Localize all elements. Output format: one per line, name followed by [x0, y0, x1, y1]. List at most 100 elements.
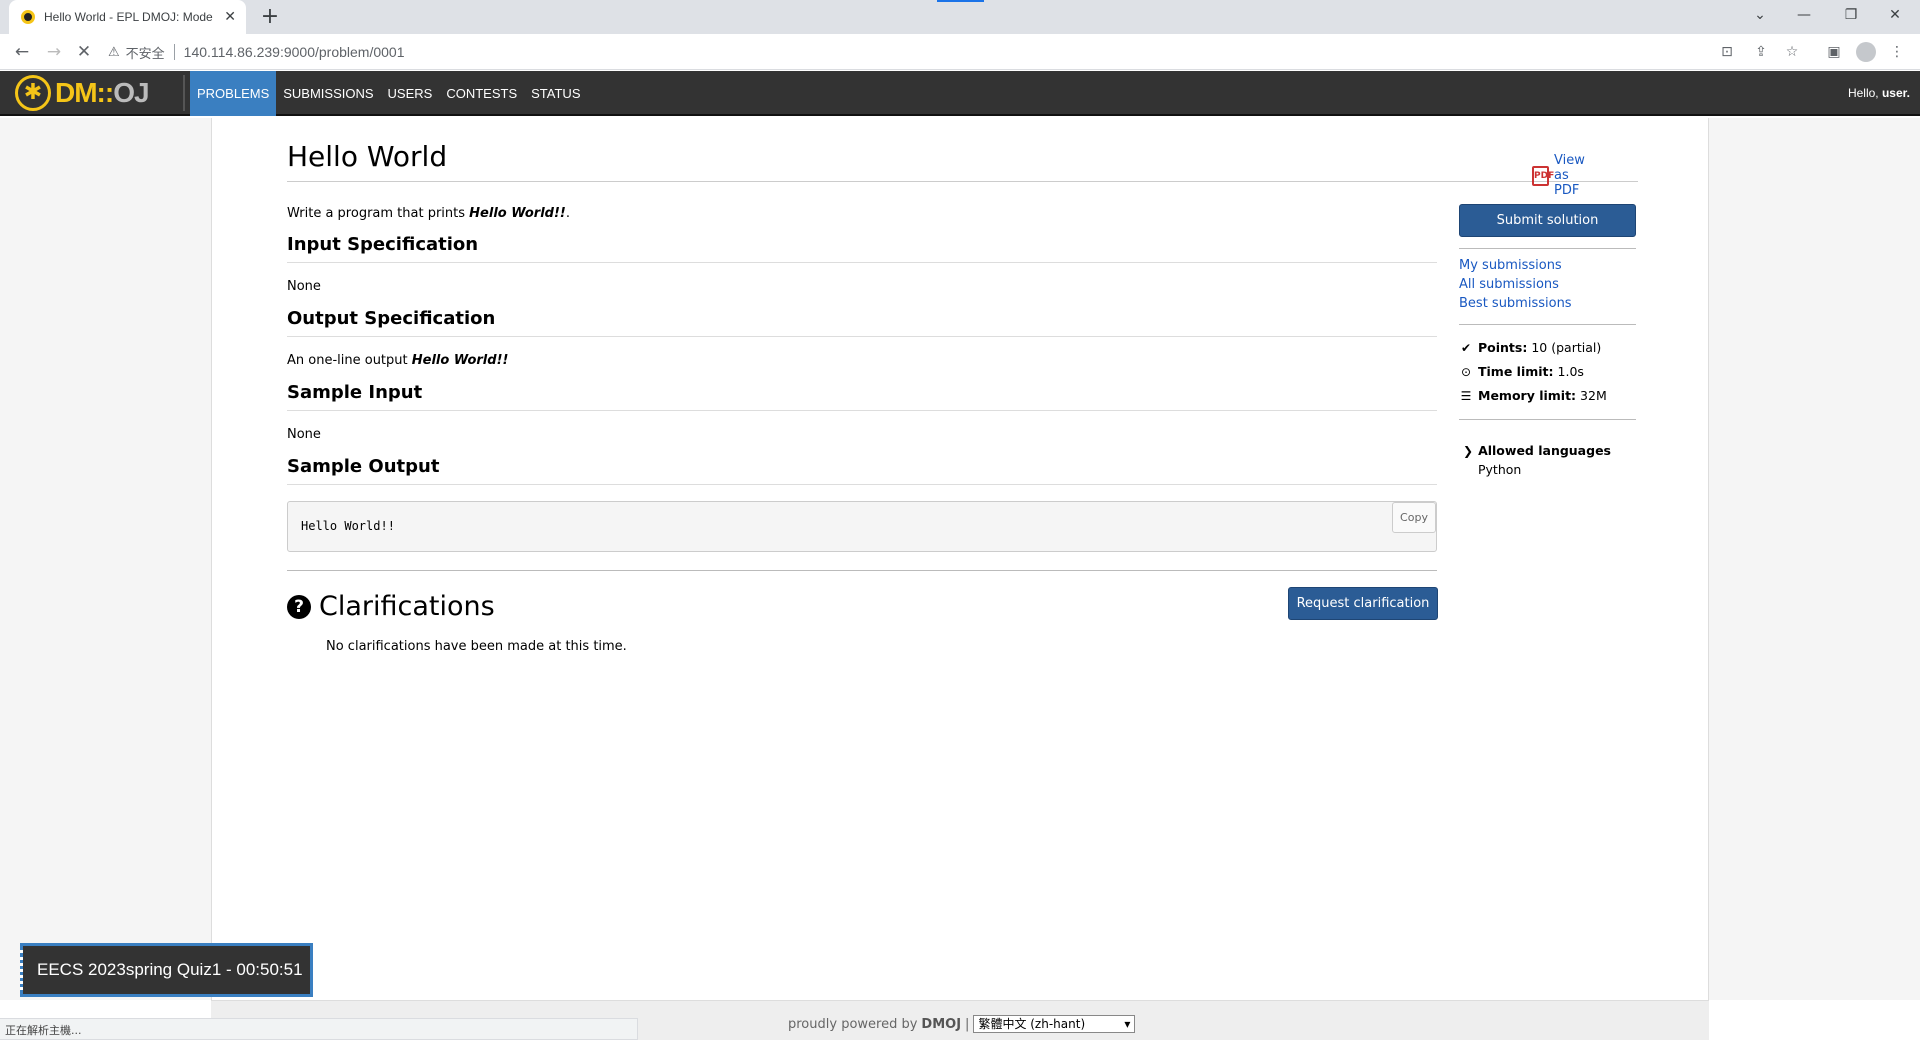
nav-item-users[interactable]: USERS — [381, 71, 440, 116]
heading-divider — [287, 262, 1437, 263]
sidebar-divider — [1459, 248, 1636, 249]
omnibox-divider — [173, 44, 175, 60]
bookmark-star-icon[interactable]: ☆ — [1780, 40, 1804, 64]
forward-icon[interactable]: → — [42, 40, 66, 64]
clarifications-divider — [287, 570, 1437, 571]
memory-icon: ☰ — [1460, 388, 1472, 403]
restore-icon[interactable]: ❐ — [1829, 0, 1873, 30]
heading-divider — [287, 410, 1437, 411]
nav-item-problems[interactable]: PROBLEMS — [190, 71, 277, 116]
nav-menu: PROBLEMS SUBMISSIONS USERS CONTESTS STAT… — [190, 71, 588, 116]
memory-limit-info: ☰ Memory limit: 32M — [1459, 388, 1607, 403]
question-circle-icon: ? — [287, 594, 311, 619]
stop-loading-icon[interactable]: ✕ — [72, 40, 96, 64]
sidebar-divider — [1459, 324, 1636, 325]
my-submissions-link[interactable]: My submissions — [1459, 258, 1562, 273]
problem-description: Write a program that prints Hello World!… — [287, 206, 570, 221]
contest-timer[interactable]: EECS 2023spring Quiz1 - 00:50:51 — [20, 943, 313, 997]
profile-avatar-icon[interactable] — [1856, 42, 1876, 62]
sidebar-divider — [1459, 419, 1636, 420]
logo-star-icon: ✱ — [15, 75, 51, 111]
clarifications-title: Clarifications — [319, 591, 495, 622]
insecure-label[interactable]: 不安全 — [126, 43, 165, 62]
heading-divider — [287, 336, 1437, 337]
language-select[interactable]: 繁體中文 (zh-hant) ▾ — [973, 1015, 1136, 1033]
request-clarification-button[interactable]: Request clarification — [1288, 587, 1438, 620]
sample-output-codeblock: Hello World!! Copy — [287, 501, 1437, 552]
check-icon: ✔ — [1460, 340, 1472, 355]
tabbar-accent — [937, 0, 984, 2]
input-spec-text: None — [287, 279, 321, 294]
dmoj-brand-link[interactable]: DMOJ — [921, 1017, 961, 1032]
sample-input-heading: Sample Input — [287, 382, 423, 403]
side-panel-icon[interactable]: ▣ — [1822, 40, 1846, 64]
all-submissions-link[interactable]: All submissions — [1459, 277, 1559, 292]
omnibox[interactable]: ⚠ 不安全 140.114.86.239:9000/problem/0001 — [108, 38, 1898, 66]
sample-output-heading: Sample Output — [287, 456, 440, 477]
tab-close-icon[interactable]: ✕ — [224, 9, 236, 25]
translate-icon[interactable]: ⊡ — [1715, 40, 1739, 64]
greeting-username[interactable]: user. — [1882, 86, 1910, 100]
menu-kebab-icon[interactable]: ⋮ — [1885, 40, 1909, 64]
minimize-icon[interactable]: — — [1782, 0, 1826, 30]
browser-status-bar: 正在解析主機... — [0, 1018, 638, 1040]
best-submissions-link[interactable]: Best submissions — [1459, 296, 1572, 311]
time-limit-label: Time limit: — [1478, 364, 1554, 379]
back-icon[interactable]: ← — [10, 40, 34, 64]
footer-content: proudly powered by DMOJ | 繁體中文 (zh-hant)… — [788, 1015, 1136, 1033]
page-background: Hello World PDF View as PDF Write a prog… — [0, 118, 1920, 1000]
time-limit-value: 1.0s — [1557, 364, 1584, 379]
pdf-icon: PDF — [1532, 165, 1554, 186]
allowed-languages-toggle[interactable]: ❯ Allowed languages — [1463, 443, 1611, 458]
user-greeting[interactable]: Hello, user. — [1848, 71, 1910, 116]
logo-divider — [183, 75, 185, 111]
browser-tabbar: Hello World - EPL DMOJ: Mode ✕ + ⌄ — ❐ ✕ — [0, 0, 1920, 34]
points-value: 10 (partial) — [1531, 340, 1602, 355]
view-pdf-label[interactable]: View as PDF — [1554, 153, 1585, 198]
footer-separator: | — [965, 1016, 970, 1032]
url-text[interactable]: 140.114.86.239:9000/problem/0001 — [184, 44, 405, 60]
memory-limit-value: 32M — [1580, 388, 1607, 403]
input-spec-heading: Input Specification — [287, 234, 479, 255]
new-tab-button[interactable]: + — [258, 4, 282, 30]
logo-text: DM::OJ — [55, 77, 150, 108]
chevron-down-icon: ❯ — [1463, 443, 1474, 458]
no-clarifications-text: No clarifications have been made at this… — [326, 639, 627, 654]
sample-input-text: None — [287, 427, 321, 442]
nav-item-contests[interactable]: CONTESTS — [439, 71, 524, 116]
points-info: ✔ Points: 10 (partial) — [1459, 340, 1601, 355]
nav-item-status[interactable]: STATUS — [524, 71, 587, 116]
chevron-down-icon: ▾ — [1124, 1017, 1131, 1031]
site-favicon-icon — [21, 10, 35, 24]
content-area: Hello World PDF View as PDF Write a prog… — [211, 118, 1709, 1000]
language-select-value: 繁體中文 (zh-hant) — [978, 1017, 1086, 1031]
page-title: Hello World — [287, 140, 448, 173]
heading-divider — [287, 484, 1437, 485]
points-label: Points: — [1478, 340, 1528, 355]
nav-item-submissions[interactable]: SUBMISSIONS — [276, 71, 380, 116]
output-spec-heading: Output Specification — [287, 308, 496, 329]
share-icon[interactable]: ⇪ — [1749, 40, 1773, 64]
site-navbar: ✱ DM::OJ PROBLEMS SUBMISSIONS USERS CONT… — [0, 71, 1920, 116]
powered-by-text: proudly powered by — [788, 1016, 918, 1032]
tab-search-icon[interactable]: ⌄ — [1738, 0, 1782, 30]
allowed-languages-value: Python — [1478, 462, 1522, 477]
memory-limit-label: Memory limit: — [1478, 388, 1577, 403]
allowed-languages-label[interactable]: Allowed languages — [1478, 443, 1611, 458]
browser-addressbar: ← → ✕ ⚠ 不安全 140.114.86.239:9000/problem/… — [0, 34, 1920, 70]
sample-output-code: Hello World!! — [301, 519, 395, 533]
output-spec-text: An one-line output Hello World!! — [287, 353, 509, 368]
tab-title: Hello World - EPL DMOJ: Mode — [44, 10, 213, 24]
submit-solution-button[interactable]: Submit solution — [1459, 204, 1636, 237]
time-limit-info: ⊙ Time limit: 1.0s — [1459, 364, 1584, 379]
site-logo[interactable]: ✱ DM::OJ — [15, 75, 150, 111]
close-window-icon[interactable]: ✕ — [1873, 0, 1917, 30]
browser-tab[interactable]: Hello World - EPL DMOJ: Mode ✕ — [9, 0, 246, 34]
copy-button[interactable]: Copy — [1392, 502, 1436, 533]
clock-icon: ⊙ — [1460, 364, 1472, 379]
clarifications-heading: ? Clarifications — [287, 591, 495, 622]
view-pdf-link[interactable]: PDF View as PDF — [1532, 153, 1585, 198]
warning-icon[interactable]: ⚠ — [108, 44, 120, 60]
contest-timer-text: EECS 2023spring Quiz1 - 00:50:51 — [37, 960, 303, 979]
title-divider — [287, 181, 1638, 182]
